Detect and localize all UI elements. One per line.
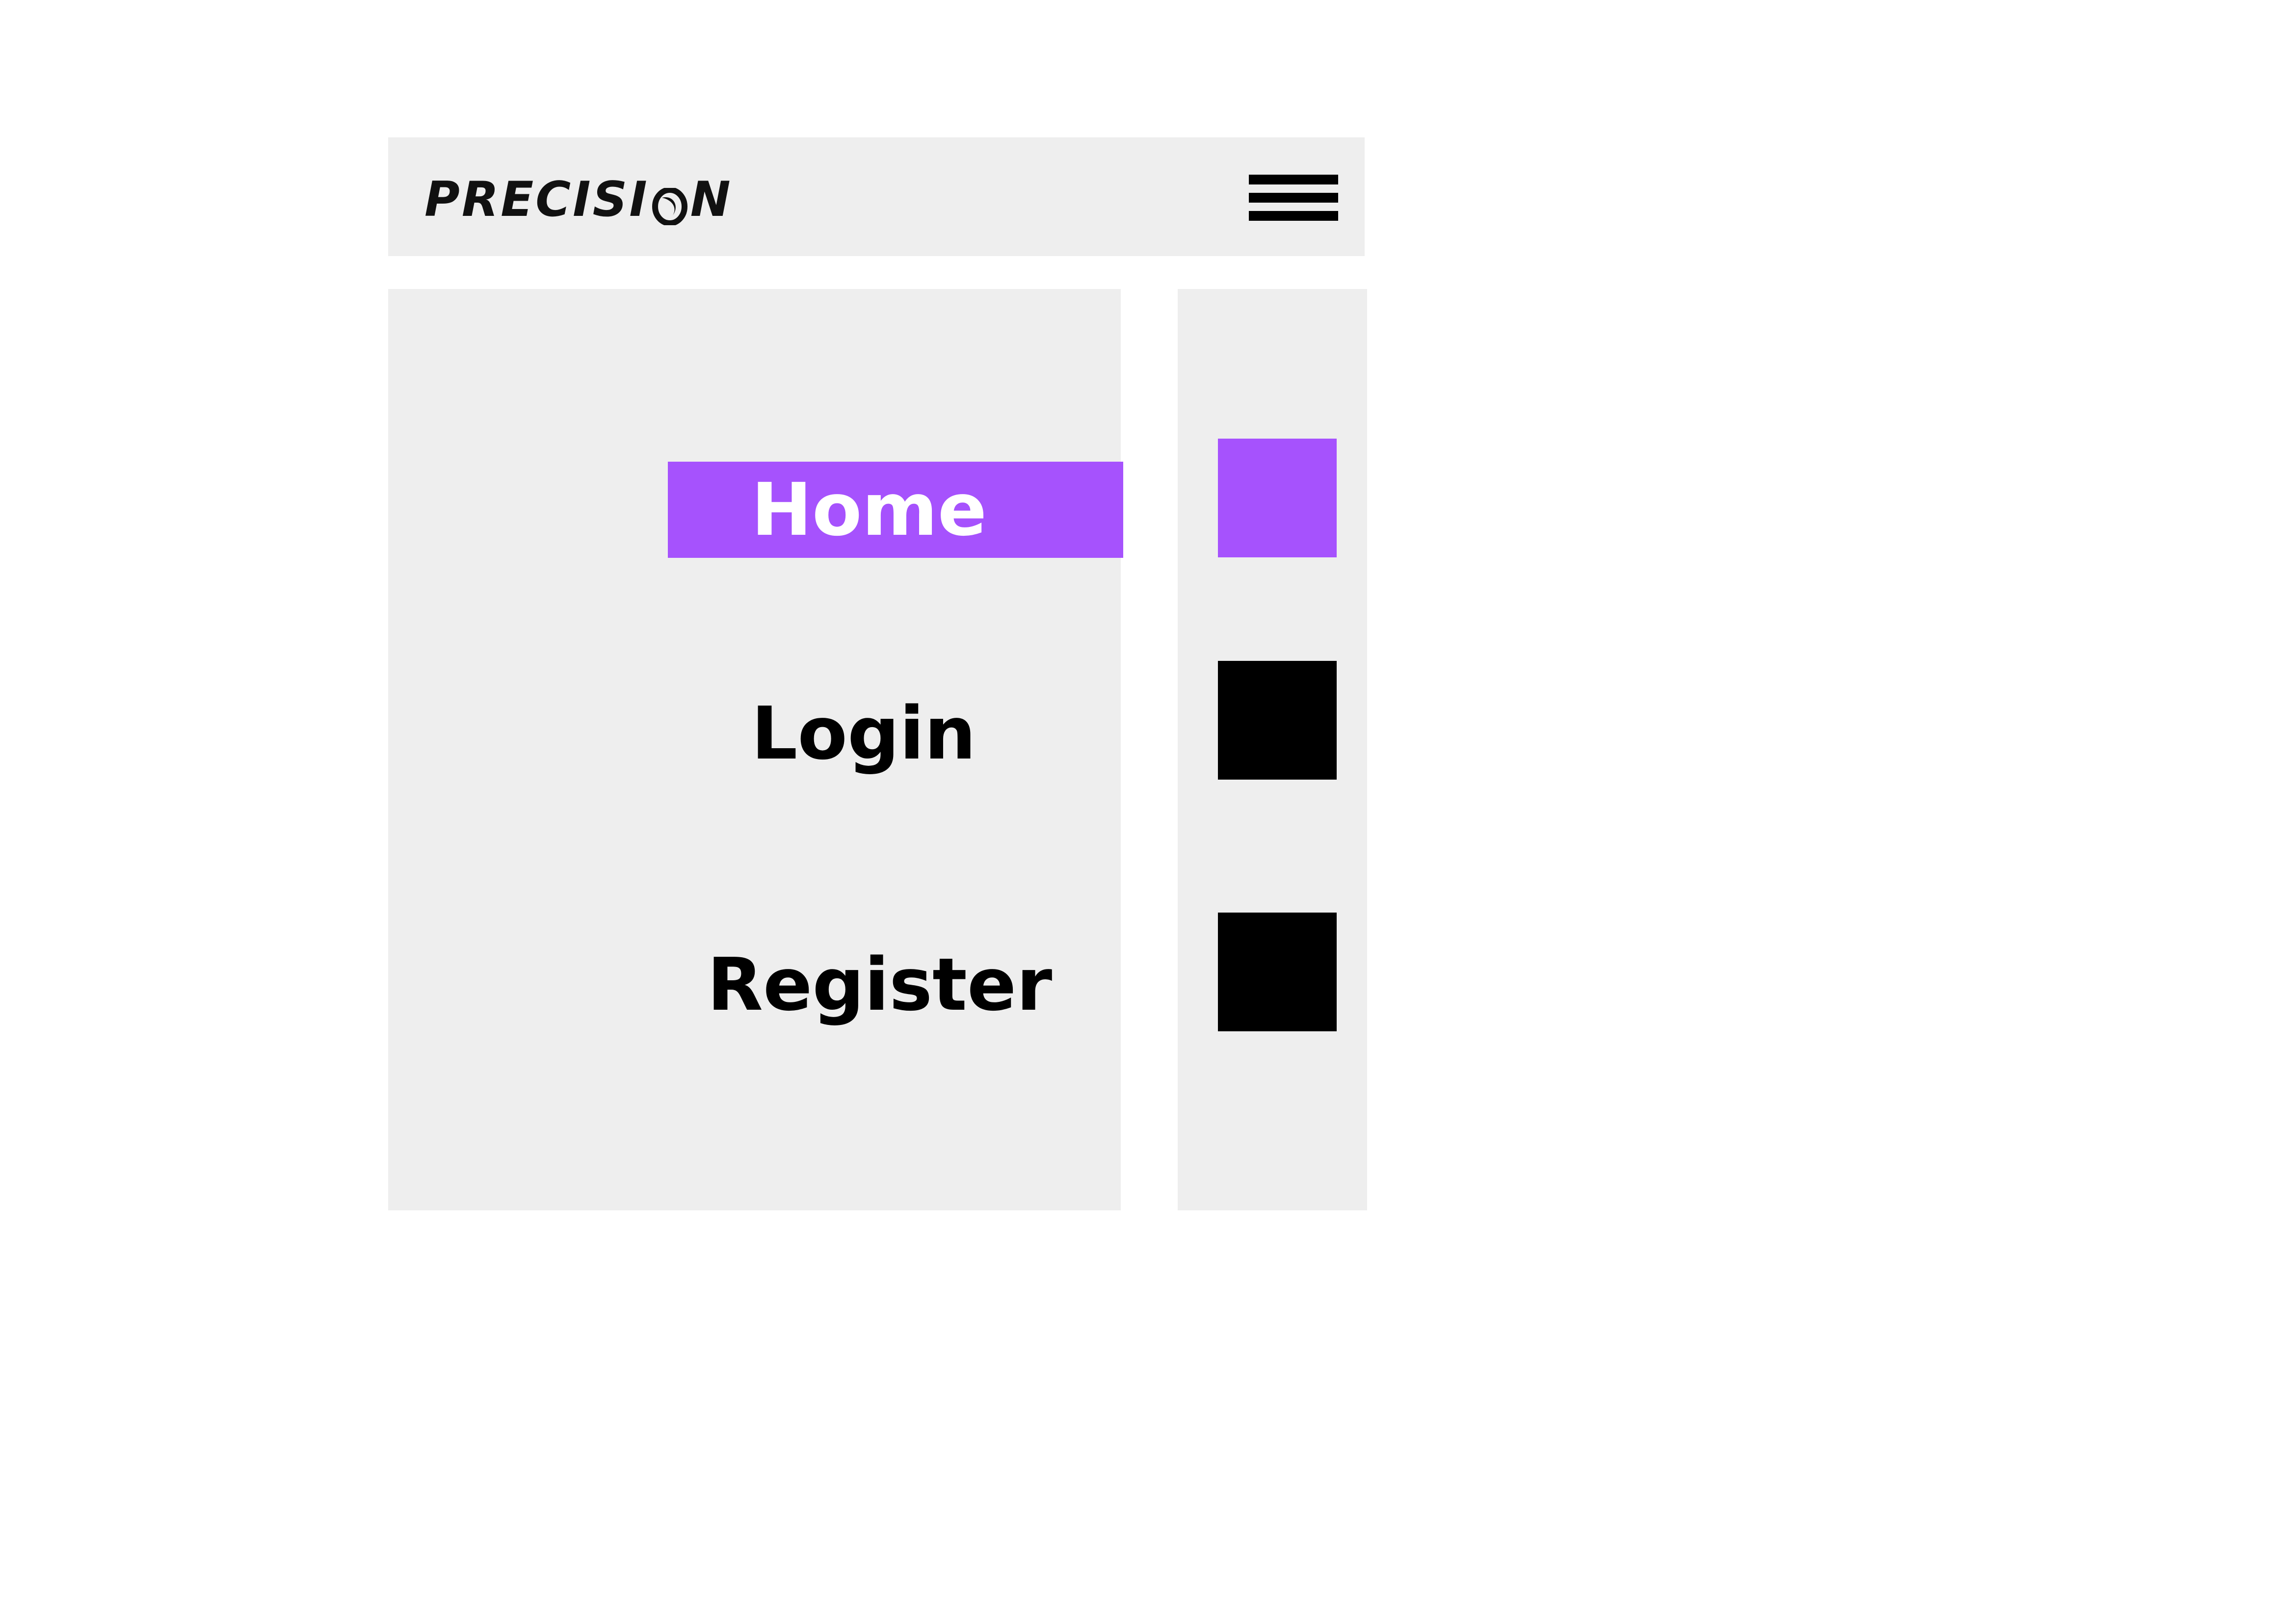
precision-logo[interactable]: PRECISI N: [424, 172, 733, 228]
menu-item-label: Home: [751, 468, 987, 552]
header-bar: PRECISI N: [388, 137, 1365, 256]
menu-item-login[interactable]: Login: [751, 684, 976, 783]
icon-panel: [1178, 289, 1367, 1210]
menu-item-home[interactable]: Home: [668, 462, 1123, 558]
logo-text-end: N: [690, 172, 733, 228]
home-square-icon[interactable]: [1218, 439, 1337, 557]
register-square-icon[interactable]: [1218, 913, 1337, 1031]
login-square-icon[interactable]: [1218, 661, 1337, 780]
hamburger-bar: [1249, 175, 1338, 184]
menu-item-label: Login: [751, 691, 976, 776]
menu-item-register[interactable]: Register: [707, 936, 1052, 1034]
hamburger-icon[interactable]: [1249, 175, 1338, 221]
hamburger-bar: [1249, 193, 1338, 203]
hamburger-bar: [1249, 211, 1338, 221]
menu-item-label: Register: [707, 942, 1053, 1027]
menu-panel: Home Login Register: [388, 289, 1123, 1210]
logo-text-start: PRECISI: [424, 172, 649, 228]
logo-o-mark-icon: [651, 181, 688, 226]
